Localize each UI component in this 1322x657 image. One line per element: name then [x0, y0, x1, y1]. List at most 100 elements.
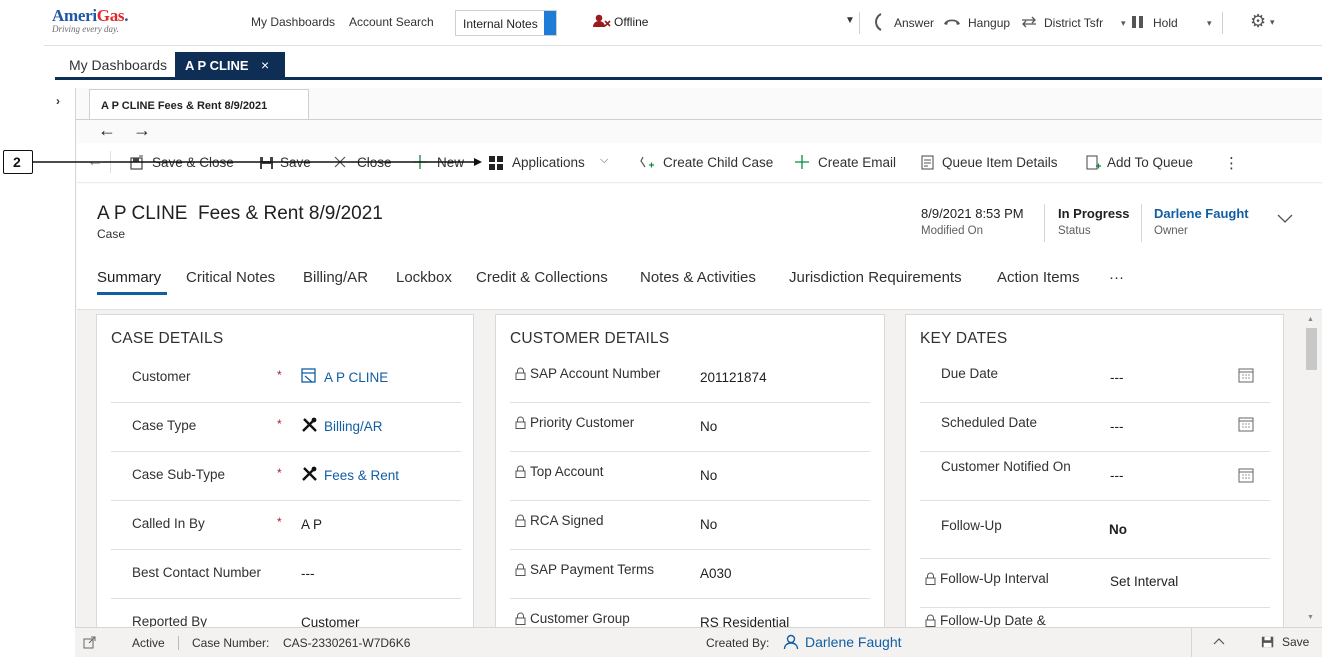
add-to-queue-button[interactable]: Add To Queue — [1085, 155, 1205, 173]
hangup-icon — [943, 16, 961, 26]
create-email-button[interactable]: Create Email — [795, 155, 915, 173]
add-queue-icon — [1086, 155, 1101, 170]
scrollbar-thumb[interactable] — [1306, 328, 1317, 370]
gear-icon[interactable]: ⚙ — [1250, 11, 1266, 32]
answer-button[interactable]: Answer — [894, 16, 934, 30]
chevron-up-icon[interactable] — [1213, 637, 1225, 645]
section-title: CASE DETAILS — [111, 330, 224, 347]
queue-item-details-button[interactable]: Queue Item Details — [920, 155, 1070, 173]
active-tab-indicator — [97, 292, 167, 295]
owner-label: Owner — [1154, 225, 1188, 237]
top-bar: AmeriGas. Driving every day. My Dashboar… — [44, 0, 1322, 46]
lock-icon — [925, 572, 936, 585]
create-child-case-button[interactable]: Create Child Case — [639, 155, 779, 173]
presence-dropdown-icon[interactable]: ▼ — [845, 15, 855, 26]
due-date-value[interactable]: --- — [1110, 370, 1124, 385]
back-icon[interactable]: ← — [87, 153, 103, 171]
save-and-close-button[interactable]: Save & Close — [129, 155, 239, 173]
scroll-down-icon[interactable]: ▼ — [1307, 614, 1314, 621]
field-top-account: Top Account No — [510, 452, 870, 501]
best-contact-number-value[interactable]: --- — [301, 566, 315, 581]
follow-up-value[interactable]: No — [1109, 522, 1127, 537]
district-transfer-button[interactable]: District Tsfr — [1044, 16, 1103, 30]
scheduled-date-value[interactable]: --- — [1110, 419, 1124, 434]
tab-billing-ar[interactable]: Billing/AR — [303, 269, 368, 286]
customer-details-section: CUSTOMER DETAILS SAP Account Number 2011… — [495, 314, 885, 627]
hold-icon — [1131, 15, 1145, 29]
customer-notified-on-value[interactable]: --- — [1110, 468, 1124, 483]
key-dates-section: KEY DATES Due Date --- Scheduled Date --… — [905, 314, 1284, 627]
app-tab-bar: My Dashboards A P CLINE × — [55, 52, 1322, 80]
field-scheduled-date: Scheduled Date --- — [920, 403, 1270, 452]
child-case-icon — [640, 156, 654, 168]
more-commands-icon[interactable]: ⋮ — [1224, 154, 1239, 172]
applications-button[interactable]: Applications ⌵ — [488, 154, 618, 173]
user-icon — [783, 634, 799, 650]
sap-account-number-value: 201121874 — [700, 370, 767, 385]
offline-user-icon — [593, 14, 613, 28]
called-in-by-value[interactable]: A P — [301, 517, 322, 532]
popout-icon[interactable] — [83, 636, 96, 649]
section-title: KEY DATES — [920, 330, 1008, 347]
expand-panel-icon[interactable]: › — [56, 94, 60, 108]
record-header: A P CLINE Fees & Rent 8/9/2021 Case 8/9/… — [77, 184, 1322, 310]
reported-by-value[interactable]: Customer — [301, 615, 360, 627]
tab-summary[interactable]: Summary — [97, 269, 161, 286]
amerigas-logo[interactable]: AmeriGas. Driving every day. — [52, 7, 128, 34]
created-by-link[interactable]: Darlene Faught — [805, 634, 902, 650]
session-tab-title: A P CLINE Fees & Rent 8/9/2021 — [101, 100, 268, 112]
case-details-section: CASE DETAILS Customer * A P CLINE Case T… — [96, 314, 474, 627]
phone-icon — [875, 13, 883, 31]
sap-payment-terms-value: A030 — [700, 566, 732, 581]
session-tab[interactable]: A P CLINE Fees & Rent 8/9/2021 — [89, 89, 309, 120]
tab-lockbox[interactable]: Lockbox — [396, 269, 452, 286]
field-case-type: Case Type * Billing/AR — [111, 403, 461, 452]
calendar-icon[interactable] — [1238, 416, 1254, 432]
transfer-dropdown-icon[interactable]: ▾ — [1121, 18, 1126, 29]
footer-save-button[interactable]: Save — [1261, 634, 1316, 652]
close-button[interactable]: Close — [333, 155, 393, 173]
field-sap-account-number: SAP Account Number 201121874 — [510, 354, 870, 403]
plus-icon — [413, 155, 427, 169]
lock-icon — [515, 465, 526, 478]
calendar-icon[interactable] — [1238, 467, 1254, 483]
forward-arrow-icon[interactable]: → — [133, 120, 151, 140]
hold-button[interactable]: Hold — [1153, 16, 1178, 30]
lock-icon — [515, 514, 526, 527]
my-dashboards-link[interactable]: My Dashboards — [251, 15, 335, 29]
tab-my-dashboards[interactable]: My Dashboards — [69, 57, 167, 73]
scroll-up-icon[interactable]: ▲ — [1307, 316, 1314, 323]
chevron-down-icon: ⌵ — [600, 154, 609, 166]
back-arrow-icon[interactable]: ← — [98, 120, 116, 140]
new-button[interactable]: New — [413, 155, 473, 173]
save-close-icon — [130, 155, 143, 170]
close-icon[interactable]: × — [261, 57, 269, 73]
case-sub-type-link[interactable]: Fees & Rent — [324, 468, 399, 483]
internal-notes-select[interactable]: Internal Notes — [455, 10, 557, 36]
customer-group-value: RS Residential — [700, 615, 790, 627]
owner-link[interactable]: Darlene Faught — [1154, 206, 1249, 221]
customer-link[interactable]: A P CLINE — [324, 370, 388, 385]
divider — [1141, 204, 1142, 242]
account-search-link[interactable]: Account Search — [349, 15, 434, 29]
calendar-icon[interactable] — [1238, 367, 1254, 383]
hangup-button[interactable]: Hangup — [968, 16, 1010, 30]
more-tabs-button[interactable]: ··· — [1109, 269, 1124, 286]
tab-case-session[interactable]: A P CLINE × — [175, 52, 285, 78]
follow-up-interval-value[interactable]: Set Interval — [1110, 574, 1178, 589]
priority-customer-value: No — [700, 419, 718, 434]
hold-dropdown-icon[interactable]: ▾ — [1207, 18, 1212, 29]
field-follow-up: Follow-Up No — [920, 501, 1270, 559]
settings-dropdown-icon[interactable]: ▾ — [1270, 17, 1275, 28]
save-button[interactable]: Save — [259, 155, 319, 173]
tab-action-items[interactable]: Action Items — [997, 269, 1080, 286]
tab-jurisdiction-requirements[interactable]: Jurisdiction Requirements — [789, 269, 962, 286]
case-type-link[interactable]: Billing/AR — [324, 419, 383, 434]
status-value: In Progress — [1058, 206, 1130, 221]
tab-critical-notes[interactable]: Critical Notes — [186, 269, 275, 286]
divider — [110, 151, 111, 173]
tab-credit-collections[interactable]: Credit & Collections — [476, 269, 608, 286]
tab-notes-activities[interactable]: Notes & Activities — [640, 269, 756, 286]
case-number-label: Case Number: — [192, 636, 270, 650]
expand-header-icon[interactable] — [1277, 214, 1293, 224]
